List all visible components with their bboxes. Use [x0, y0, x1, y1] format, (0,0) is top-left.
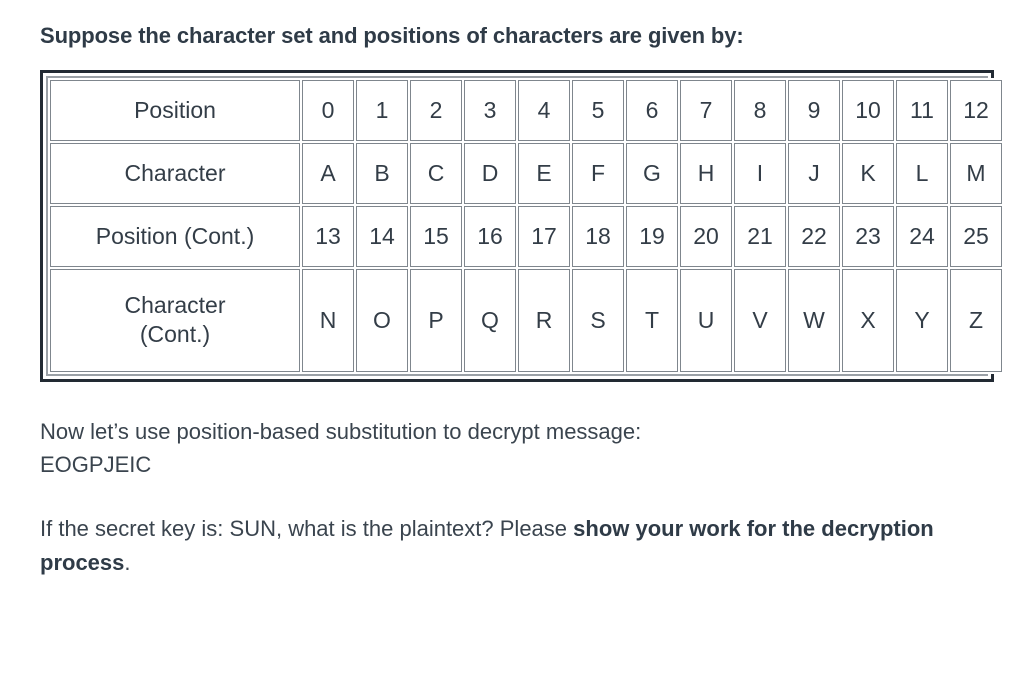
cell-character-cont-10: X — [842, 268, 894, 372]
cell-character-cont-3: Q — [464, 268, 516, 372]
question-suffix-text: . — [124, 549, 131, 575]
cell-character-cont-11: Y — [896, 268, 948, 372]
question-prefix-text: If the secret key is: SUN, what is the p… — [40, 516, 574, 542]
row-label-character-cont-line2: (Cont.) — [139, 321, 211, 348]
row-label-position-cont: Position (Cont.) — [50, 205, 300, 267]
cell-position-cont-9: 22 — [788, 205, 840, 267]
cell-character-1: B — [356, 142, 408, 204]
table-row-position: Position 0 1 2 3 4 5 6 7 8 9 10 11 12 — [50, 79, 1002, 141]
row-label-character-cont-line1: Character — [124, 292, 226, 319]
cell-character-11: L — [896, 142, 948, 204]
cell-position-cont-2: 15 — [410, 205, 462, 267]
cell-position-cont-7: 20 — [680, 205, 732, 267]
cell-position-4: 4 — [518, 79, 570, 141]
cell-position-cont-6: 19 — [626, 205, 678, 267]
table-row-character-cont: Character (Cont.) N O P Q R S T U V W X — [50, 268, 1002, 372]
cell-character-12: M — [950, 142, 1002, 204]
cell-character-8: I — [734, 142, 786, 204]
cell-position-11: 11 — [896, 79, 948, 141]
cell-character-cont-4: R — [518, 268, 570, 372]
cell-position-9: 9 — [788, 79, 840, 141]
cell-position-cont-8: 21 — [734, 205, 786, 267]
cell-position-cont-12: 25 — [950, 205, 1002, 267]
cell-position-cont-10: 23 — [842, 205, 894, 267]
table-row-character: Character A B C D E F G H I J K L M — [50, 142, 1002, 204]
cell-position-3: 3 — [464, 79, 516, 141]
cell-character-cont-6: T — [626, 268, 678, 372]
cell-position-0: 0 — [302, 79, 354, 141]
row-label-character: Character — [50, 142, 300, 204]
cell-position-8: 8 — [734, 79, 786, 141]
cell-character-2: C — [410, 142, 462, 204]
cell-character-cont-7: U — [680, 268, 732, 372]
cell-position-6: 6 — [626, 79, 678, 141]
cell-position-cont-11: 24 — [896, 205, 948, 267]
cell-character-cont-9: W — [788, 268, 840, 372]
cell-position-cont-4: 17 — [518, 205, 570, 267]
cell-character-6: G — [626, 142, 678, 204]
cell-character-9: J — [788, 142, 840, 204]
cell-character-cont-1: O — [356, 268, 408, 372]
cell-character-7: H — [680, 142, 732, 204]
page-title: Suppose the character set and positions … — [40, 23, 744, 48]
cell-position-1: 1 — [356, 79, 408, 141]
cell-position-cont-3: 16 — [464, 205, 516, 267]
cell-character-cont-0: N — [302, 268, 354, 372]
row-label-position: Position — [50, 79, 300, 141]
cell-character-4: E — [518, 142, 570, 204]
question-page: Suppose the character set and positions … — [0, 0, 1034, 680]
cell-position-12: 12 — [950, 79, 1002, 141]
ciphertext-value: EOGPJEIC — [40, 452, 152, 478]
charset-table-frame: Position 0 1 2 3 4 5 6 7 8 9 10 11 12 Ch… — [40, 69, 1004, 382]
cell-character-10: K — [842, 142, 894, 204]
cell-position-2: 2 — [410, 79, 462, 141]
charset-table-inner-border: Position 0 1 2 3 4 5 6 7 8 9 10 11 12 Ch… — [46, 75, 1004, 376]
cell-position-10: 10 — [842, 79, 894, 141]
cell-position-5: 5 — [572, 79, 624, 141]
row-label-character-cont: Character (Cont.) — [50, 268, 300, 372]
cell-character-cont-5: S — [572, 268, 624, 372]
cell-position-cont-1: 14 — [356, 205, 408, 267]
cell-position-cont-0: 13 — [302, 205, 354, 267]
cell-character-cont-12: Z — [950, 268, 1002, 372]
cell-position-7: 7 — [680, 79, 732, 141]
cell-character-0: A — [302, 142, 354, 204]
question-paragraph: If the secret key is: SUN, what is the p… — [40, 512, 960, 579]
cell-character-5: F — [572, 142, 624, 204]
cell-character-cont-2: P — [410, 268, 462, 372]
cell-character-3: D — [464, 142, 516, 204]
charset-table: Position 0 1 2 3 4 5 6 7 8 9 10 11 12 Ch… — [48, 77, 1004, 374]
decrypt-instruction-text: Now let’s use position-based substitutio… — [40, 418, 642, 444]
table-row-position-cont: Position (Cont.) 13 14 15 16 17 18 19 20… — [50, 205, 1002, 267]
cell-position-cont-5: 18 — [572, 205, 624, 267]
cell-character-cont-8: V — [734, 268, 786, 372]
decrypt-instruction-paragraph: Now let’s use position-based substitutio… — [40, 415, 960, 482]
